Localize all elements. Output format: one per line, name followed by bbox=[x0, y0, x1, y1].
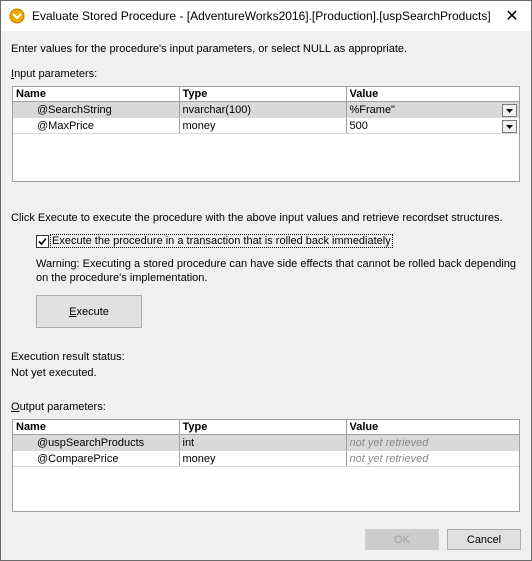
output-params-grid[interactable]: Name Type Value @uspSearchProducts int n… bbox=[12, 419, 520, 512]
value-dropdown-button[interactable] bbox=[502, 104, 517, 117]
cancel-button[interactable]: Cancel bbox=[447, 529, 521, 550]
checkmark-icon bbox=[38, 237, 47, 246]
warning-text-line1: Warning: Executing a stored procedure ca… bbox=[36, 258, 517, 270]
table-row[interactable]: @uspSearchProducts int not yet retrieved bbox=[13, 434, 519, 451]
col-type: Type bbox=[179, 87, 347, 102]
ok-button[interactable]: OK bbox=[365, 529, 439, 550]
rollback-checkbox-label[interactable]: Execute the procedure in a transaction t… bbox=[50, 234, 393, 248]
col-name: Name bbox=[13, 87, 180, 102]
param-type: money bbox=[179, 117, 347, 134]
input-params-header: Name Type Value bbox=[13, 87, 519, 102]
input-params-label-rest: nput parameters: bbox=[14, 68, 98, 80]
execute-button-label: Execute bbox=[69, 305, 109, 318]
param-type: nvarchar(100) bbox=[179, 101, 347, 118]
table-row[interactable]: @MaxPrice money 500 bbox=[13, 117, 519, 134]
result-status-label: Execution result status: bbox=[11, 351, 125, 363]
param-type: int bbox=[179, 434, 347, 451]
title-bar: Evaluate Stored Procedure - [AdventureWo… bbox=[1, 1, 531, 31]
rollback-checkbox[interactable] bbox=[36, 235, 49, 248]
param-name: @SearchString bbox=[13, 101, 180, 118]
param-type: money bbox=[179, 450, 347, 467]
table-row[interactable]: @ComparePrice money not yet retrieved bbox=[13, 450, 519, 467]
param-value: 500 bbox=[349, 119, 368, 132]
evaluate-dialog: Evaluate Stored Procedure - [AdventureWo… bbox=[0, 0, 532, 561]
close-icon: ✕ bbox=[505, 8, 519, 25]
output-params-label-rest: utput parameters: bbox=[19, 401, 106, 413]
param-name: @ComparePrice bbox=[13, 450, 180, 467]
col-type: Type bbox=[179, 420, 347, 435]
execute-button[interactable]: Execute bbox=[36, 295, 142, 328]
output-params-header: Name Type Value bbox=[13, 420, 519, 435]
col-name: Name bbox=[13, 420, 180, 435]
output-params-label: Output parameters: bbox=[11, 401, 106, 413]
param-value-cell[interactable]: 500 bbox=[346, 117, 519, 134]
param-value: not yet retrieved bbox=[346, 450, 519, 467]
window-title: Evaluate Stored Procedure - [AdventureWo… bbox=[32, 9, 491, 23]
col-value: Value bbox=[346, 420, 519, 435]
param-name: @uspSearchProducts bbox=[13, 434, 180, 451]
param-name: @MaxPrice bbox=[13, 117, 180, 134]
input-params-grid[interactable]: Name Type Value @SearchString nvarchar(1… bbox=[12, 86, 520, 182]
app-icon bbox=[9, 8, 25, 24]
result-status-value: Not yet executed. bbox=[11, 367, 97, 379]
input-params-label: Input parameters: bbox=[11, 68, 98, 80]
param-value-cell[interactable]: %Frame" bbox=[346, 101, 519, 118]
col-value: Value bbox=[346, 87, 519, 102]
execute-info-text: Click Execute to execute the procedure w… bbox=[11, 212, 503, 224]
param-value: not yet retrieved bbox=[346, 434, 519, 451]
intro-text: Enter values for the procedure's input p… bbox=[11, 43, 408, 55]
param-value: %Frame" bbox=[349, 103, 395, 116]
warning-text-line2: on the procedure's implementation. bbox=[36, 272, 208, 284]
close-button[interactable]: ✕ bbox=[493, 1, 531, 31]
chevron-down-icon bbox=[506, 124, 513, 129]
value-dropdown-button[interactable] bbox=[502, 120, 517, 133]
chevron-down-icon bbox=[506, 108, 513, 113]
table-row[interactable]: @SearchString nvarchar(100) %Frame" bbox=[13, 101, 519, 118]
